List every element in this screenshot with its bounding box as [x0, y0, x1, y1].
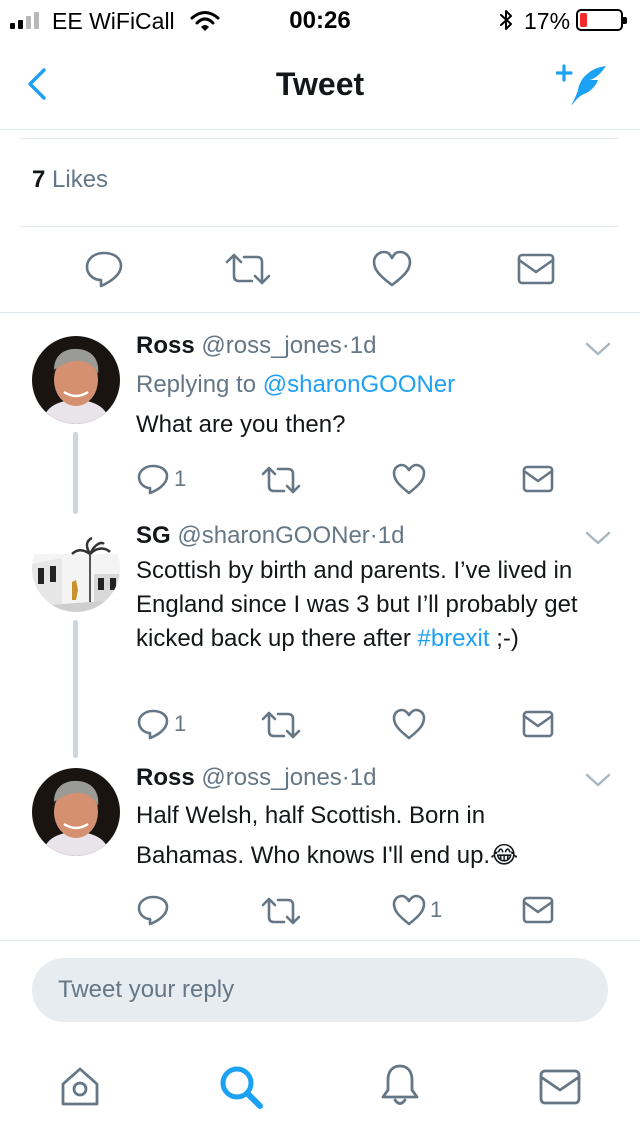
tweet-text: Half Welsh, half Scottish. Born in Baham…: [136, 796, 586, 876]
messages-envelope-icon[interactable]: [538, 1068, 582, 1106]
tweet-text-part: Half Welsh, half Scottish. Born in Baham…: [136, 802, 491, 869]
replying-to-handle[interactable]: @sharonGOONer: [263, 371, 455, 398]
author-name[interactable]: Ross: [136, 332, 195, 359]
separator-dot: ·: [369, 522, 378, 549]
replying-to-label: Replying to: [136, 371, 257, 398]
battery-level-fill: [580, 13, 587, 27]
tears-of-joy-emoji: 😂: [490, 842, 519, 869]
likes-count: 7: [32, 166, 46, 193]
separator-dot: ·: [341, 332, 350, 359]
likes-count-row[interactable]: 7 Likes: [32, 166, 108, 194]
divider: [0, 312, 640, 313]
author-name[interactable]: Ross: [136, 764, 195, 791]
retweet-icon[interactable]: [224, 252, 272, 286]
chevron-down-icon[interactable]: [584, 529, 612, 547]
like-heart-icon[interactable]: [392, 894, 426, 926]
avatar-photo-sg: [32, 524, 120, 612]
nav-bar: Tweet: [0, 40, 640, 130]
divider: [0, 940, 640, 941]
share-via-message-icon[interactable]: [522, 710, 554, 738]
reply-header: Ross @ross_jones·1d: [136, 764, 377, 792]
reply-icon[interactable]: [136, 708, 170, 740]
tweet-text: What are you then?: [136, 411, 346, 438]
timestamp: 1d: [349, 764, 377, 791]
like-heart-icon[interactable]: [392, 463, 426, 495]
divider: [20, 226, 618, 227]
reply-count: 1: [174, 711, 187, 736]
author-handle[interactable]: @ross_jones: [201, 764, 341, 791]
retweet-icon[interactable]: [260, 710, 302, 740]
search-icon[interactable]: [218, 1064, 264, 1110]
reply-count: 1: [174, 466, 187, 491]
like-heart-icon[interactable]: [392, 708, 426, 740]
home-icon[interactable]: [58, 1064, 102, 1108]
timestamp: 1d: [377, 522, 405, 549]
author-handle[interactable]: @ross_jones: [201, 332, 341, 359]
tweet-text: Scottish by birth and parents. I’ve live…: [136, 554, 606, 656]
thread-connector-line: [73, 620, 78, 758]
thread-connector-line: [73, 432, 78, 514]
avatar[interactable]: [32, 768, 120, 856]
avatar[interactable]: [32, 524, 120, 612]
tweet-text-part: ;-): [489, 625, 519, 652]
status-bar: EE WiFiCall 00:26 17%: [0, 0, 640, 40]
reply-compose-box[interactable]: [32, 958, 608, 1022]
chevron-down-icon[interactable]: [584, 340, 612, 358]
retweet-icon[interactable]: [260, 465, 302, 495]
hashtag-link[interactable]: #brexit: [417, 625, 489, 652]
battery-percent: 17%: [524, 8, 571, 34]
divider: [20, 138, 618, 139]
likes-label: Likes: [52, 166, 109, 193]
like-heart-icon[interactable]: [372, 250, 412, 288]
share-via-message-icon[interactable]: [522, 465, 554, 493]
avatar-photo-ross: [32, 336, 120, 424]
compose-tweet-icon[interactable]: [556, 60, 612, 110]
retweet-icon[interactable]: [260, 896, 302, 926]
author-handle[interactable]: @sharonGOONer: [177, 522, 369, 549]
reply-icon[interactable]: [136, 463, 170, 495]
timestamp: 1d: [349, 332, 377, 359]
reply-icon[interactable]: [84, 250, 124, 288]
page-title: Tweet: [275, 66, 365, 102]
reply-icon[interactable]: [136, 894, 170, 926]
author-name[interactable]: SG: [136, 522, 171, 549]
replying-to: Replying to @sharonGOONer: [136, 371, 455, 399]
avatar-photo-ross: [32, 768, 120, 856]
notifications-bell-icon[interactable]: [380, 1062, 420, 1108]
battery-icon: [576, 9, 627, 31]
like-count: 1: [430, 897, 443, 922]
separator-dot: ·: [341, 764, 350, 791]
avatar[interactable]: [32, 336, 120, 424]
share-via-message-icon[interactable]: [522, 896, 554, 924]
reply-header: SG @sharonGOONer·1d: [136, 522, 404, 550]
reply-header: Ross @ross_jones·1d: [136, 332, 377, 360]
share-via-message-icon[interactable]: [516, 252, 556, 286]
reply-input[interactable]: [32, 958, 608, 1022]
chevron-down-icon[interactable]: [584, 771, 612, 789]
bluetooth-icon: [500, 10, 512, 30]
